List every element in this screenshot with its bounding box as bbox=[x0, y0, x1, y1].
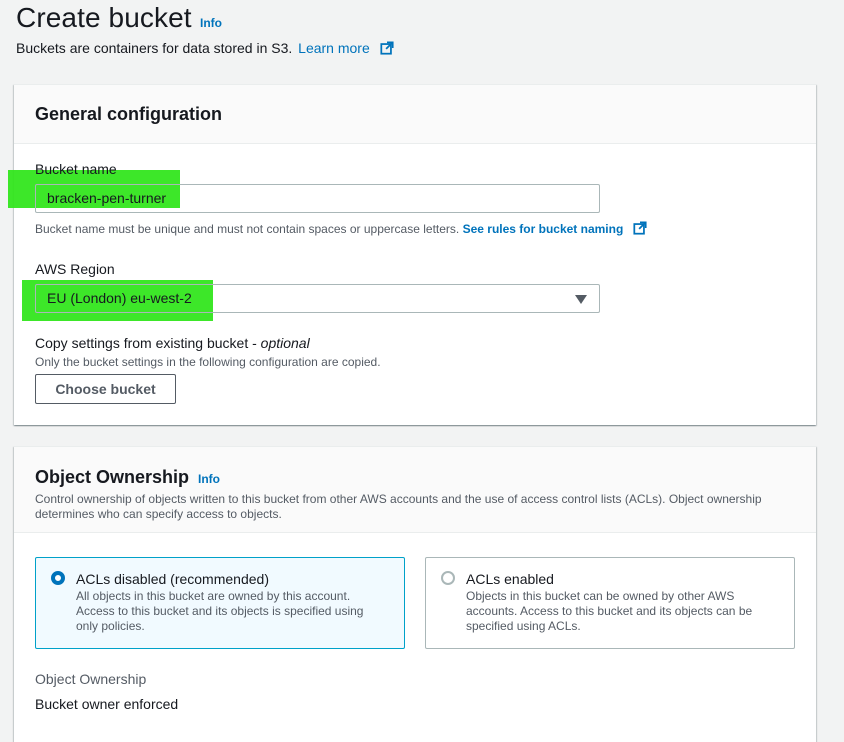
page-description-text: Buckets are containers for data stored i… bbox=[16, 40, 293, 56]
object-ownership-info-link[interactable]: Info bbox=[198, 472, 220, 486]
create-bucket-page: Create bucket Info Buckets are container… bbox=[0, 0, 844, 742]
page-title: Create bucket bbox=[16, 2, 192, 33]
object-ownership-panel: Object Ownership Info Control ownership … bbox=[14, 446, 816, 742]
bucket-name-description: Bucket name must be unique and must not … bbox=[35, 221, 647, 236]
acls-enabled-description: Objects in this bucket can be owned by o… bbox=[466, 589, 753, 633]
learn-more-link[interactable]: Learn more bbox=[298, 40, 370, 56]
caret-down-icon bbox=[575, 295, 587, 304]
object-ownership-title: Object Ownership bbox=[35, 467, 190, 487]
bucket-name-label: Bucket name bbox=[35, 161, 117, 177]
general-configuration-title: General configuration bbox=[35, 104, 223, 124]
general-configuration-header: General configuration bbox=[14, 85, 816, 144]
object-ownership-summary-label: Object Ownership bbox=[35, 671, 147, 687]
copy-settings-label-text: Copy settings from existing bucket - bbox=[35, 335, 261, 351]
aws-region-select[interactable]: EU (London) eu-west-2 bbox=[35, 284, 600, 313]
object-ownership-description: Control ownership of objects written to … bbox=[35, 492, 762, 521]
aws-region-selected-value: EU (London) eu-west-2 bbox=[47, 290, 192, 306]
radio-selected-icon[interactable] bbox=[51, 571, 65, 585]
header-info-link[interactable]: Info bbox=[200, 16, 222, 30]
bucket-name-input[interactable]: bracken-pen-turner bbox=[35, 184, 600, 213]
choose-bucket-button[interactable]: Choose bucket bbox=[35, 374, 176, 404]
acls-disabled-option[interactable]: ACLs disabled (recommended) All objects … bbox=[35, 557, 405, 649]
acls-enabled-option[interactable]: ACLs enabled Objects in this bucket can … bbox=[425, 557, 795, 649]
object-ownership-summary-value: Bucket owner enforced bbox=[35, 696, 179, 712]
page-description: Buckets are containers for data stored i… bbox=[16, 40, 394, 56]
bucket-name-hint: Bucket name must be unique and must not … bbox=[35, 222, 460, 236]
external-link-icon[interactable] bbox=[633, 221, 647, 235]
copy-settings-description: Only the bucket settings in the followin… bbox=[35, 355, 381, 369]
object-ownership-header: Object Ownership Info Control ownership … bbox=[14, 447, 816, 533]
aws-region-label: AWS Region bbox=[35, 261, 115, 277]
bucket-naming-rules-link[interactable]: See rules for bucket naming bbox=[463, 222, 624, 236]
acls-enabled-title: ACLs enabled bbox=[466, 571, 554, 587]
radio-unselected-icon[interactable] bbox=[441, 571, 455, 585]
optional-tag: optional bbox=[260, 335, 310, 351]
acls-disabled-title: ACLs disabled (recommended) bbox=[76, 571, 269, 587]
acls-disabled-description: All objects in this bucket are owned by … bbox=[76, 589, 364, 633]
general-configuration-panel: General configuration Bucket name bracke… bbox=[8, 84, 816, 425]
external-link-icon[interactable] bbox=[380, 41, 394, 55]
copy-settings-label: Copy settings from existing bucket - opt… bbox=[35, 335, 310, 351]
